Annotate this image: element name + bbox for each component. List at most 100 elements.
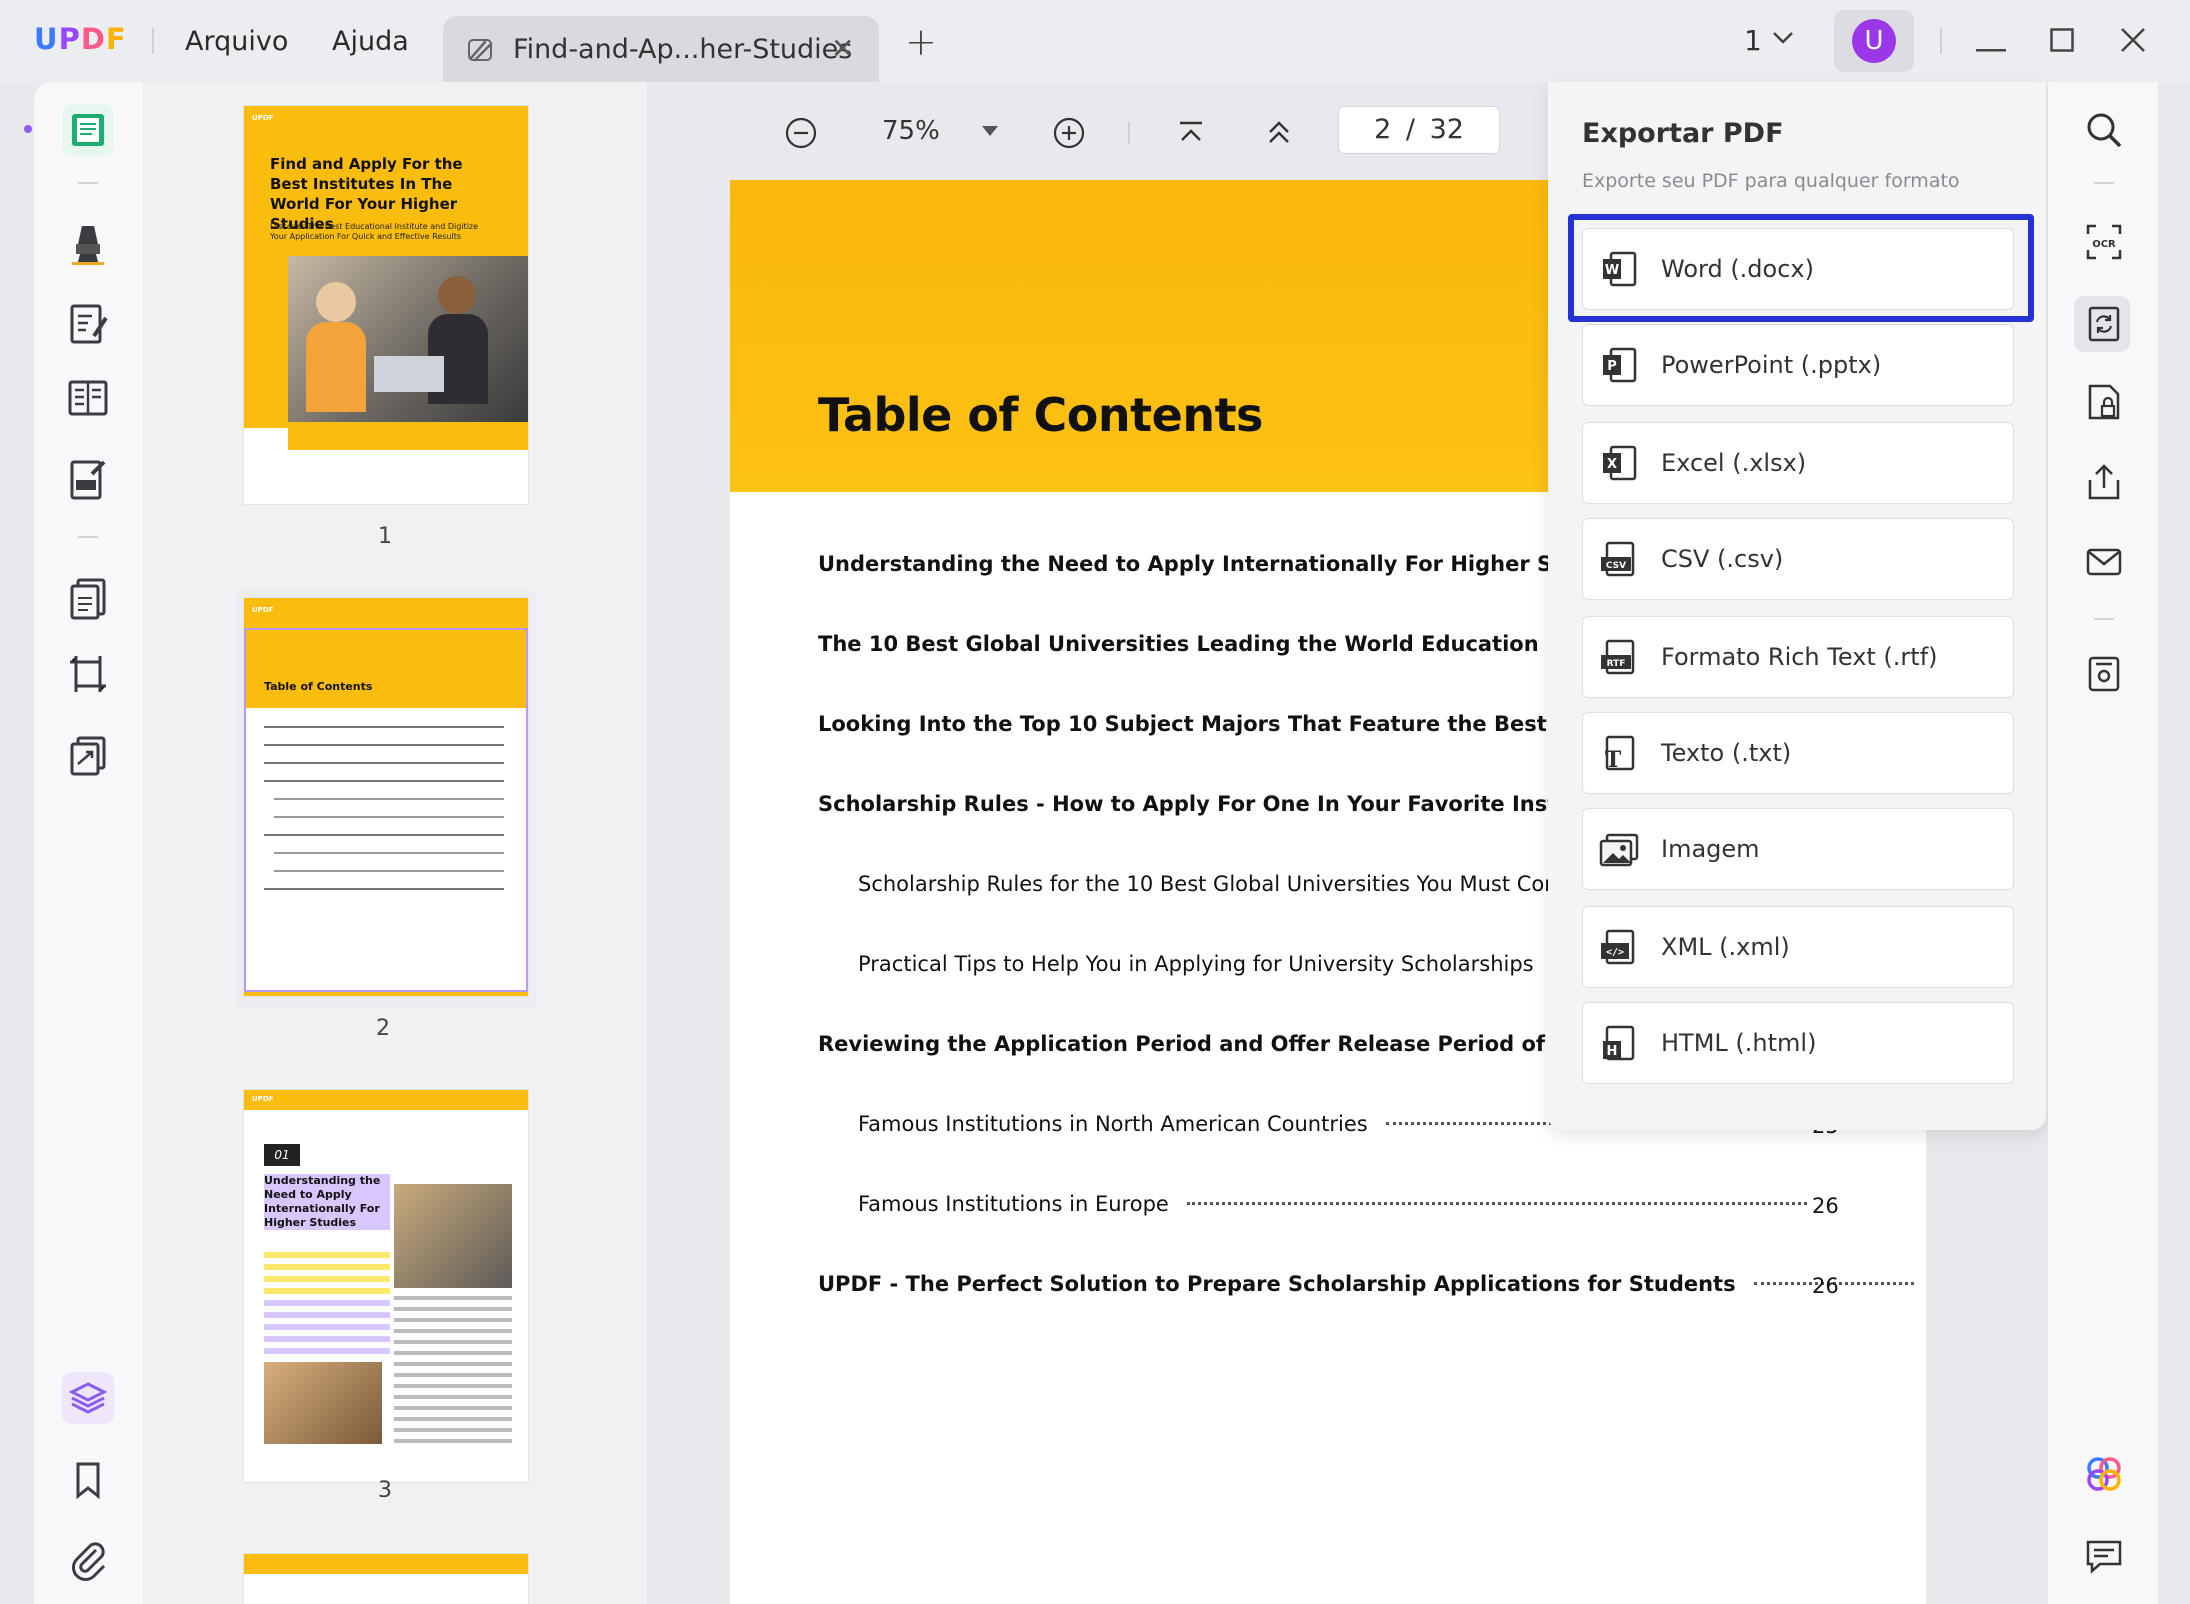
toc-entry[interactable]: The 10 Best Global Universities Leading … <box>818 632 1657 656</box>
form-icon[interactable] <box>62 454 114 506</box>
close-window-icon[interactable] <box>2120 27 2146 57</box>
toc-entry[interactable]: Understanding the Need to Apply Internat… <box>818 552 1675 576</box>
zoom-out-icon[interactable] <box>784 116 818 154</box>
export-title: Exportar PDF <box>1582 118 1784 149</box>
zoom-dropdown-icon[interactable] <box>982 126 998 136</box>
export-format-label: Texto (.txt) <box>1661 739 1792 767</box>
thumb-bottom-strip <box>244 992 528 996</box>
thumbnail-page-2[interactable]: UPDF Table of Contents <box>244 598 528 996</box>
thumb-cover-strip <box>288 422 528 450</box>
export-format-label: Imagem <box>1661 835 1760 863</box>
export-format-label: HTML (.html) <box>1661 1029 1817 1057</box>
organize-pages-icon[interactable] <box>62 572 114 624</box>
attachment-icon[interactable] <box>62 1532 114 1584</box>
toc-entry-text: Scholarship Rules - How to Apply For One… <box>818 792 1637 816</box>
export-image-button[interactable]: Imagem <box>1582 808 2014 890</box>
export-xml-button[interactable]: </> XML (.xml) <box>1582 906 2014 988</box>
comment-icon[interactable] <box>2084 1536 2124 1580</box>
ocr-icon[interactable]: OCR <box>2084 222 2124 266</box>
toc-entry[interactable]: Reviewing the Application Period and Off… <box>818 1032 1673 1056</box>
toc-entry[interactable]: Famous Institutions in Europe <box>858 1192 1807 1216</box>
export-pdf-icon[interactable] <box>2084 304 2124 348</box>
new-tab-button[interactable]: + <box>905 20 937 64</box>
email-icon[interactable] <box>2084 542 2124 586</box>
export-html-button[interactable]: H HTML (.html) <box>1582 1002 2014 1084</box>
toc-entry-text: Reviewing the Application Period and Off… <box>818 1032 1674 1056</box>
zoom-in-icon[interactable] <box>1052 116 1086 154</box>
toc-entry[interactable]: UPDF - The Perfect Solution to Prepare S… <box>818 1272 1914 1296</box>
csv-icon: CSV <box>1599 539 1639 583</box>
document-tab[interactable]: Find-and-Ap...her-Studies ✕ <box>443 16 879 82</box>
convert-pages-icon[interactable] <box>62 730 114 782</box>
thumb-brand: UPDF <box>252 606 274 614</box>
toc-entry[interactable]: Scholarship Rules for the 10 Best Global… <box>858 872 1609 896</box>
highlighter-icon[interactable] <box>62 218 114 270</box>
close-tab-icon[interactable]: ✕ <box>831 32 854 65</box>
export-powerpoint-button[interactable]: P PowerPoint (.pptx) <box>1582 324 2014 406</box>
thumbnail-number: 1 <box>378 524 392 549</box>
text-file-icon: T <box>1599 733 1639 777</box>
page-number-input[interactable]: 2 / 32 <box>1338 106 1500 154</box>
window-edge <box>2158 82 2190 1604</box>
left-toolbar <box>34 82 142 1604</box>
thumb-brand: UPDF <box>252 114 274 122</box>
page-separator: / <box>1405 114 1415 145</box>
selection-highlight <box>1568 214 2034 322</box>
user-avatar-button[interactable]: U <box>1834 10 1914 72</box>
edit-pdf-icon[interactable] <box>62 298 114 350</box>
thumb-body-text <box>394 1296 512 1450</box>
document-tab-icon <box>465 34 497 70</box>
first-page-icon[interactable] <box>1176 118 1206 152</box>
chevron-down-icon[interactable] <box>1772 30 1794 49</box>
share-icon[interactable] <box>2084 462 2124 506</box>
thumbnail-number: 3 <box>378 1478 392 1503</box>
reader-mode-button[interactable] <box>62 104 114 156</box>
toc-page-number: 26 <box>1812 1194 1839 1218</box>
export-format-label: Formato Rich Text (.rtf) <box>1661 643 1938 671</box>
toolbar-separator <box>78 182 98 184</box>
total-pages: 32 <box>1429 114 1464 145</box>
title-separator <box>1940 28 1942 54</box>
xml-icon: </> <box>1599 927 1639 971</box>
title-separator <box>152 28 154 54</box>
toc-entry[interactable]: Practical Tips to Help You in Applying f… <box>858 952 1612 976</box>
toc-leader <box>1186 1202 1807 1205</box>
ai-assistant-icon[interactable] <box>2084 1454 2124 1498</box>
export-format-label: CSV (.csv) <box>1661 545 1784 573</box>
zoom-level[interactable]: 75% <box>882 116 940 146</box>
svg-text:RTF: RTF <box>1607 659 1626 669</box>
thumbnail-page-3[interactable]: UPDF 01 Understanding the Need to Apply … <box>244 1090 528 1482</box>
window-count[interactable]: 1 <box>1744 24 1762 57</box>
export-rtf-button[interactable]: RTF Formato Rich Text (.rtf) <box>1582 616 2014 698</box>
crop-icon[interactable] <box>62 648 114 700</box>
export-format-label: XML (.xml) <box>1661 933 1790 961</box>
save-icon[interactable] <box>2084 654 2124 698</box>
thumbnail-page-1[interactable]: UPDF Find and Apply For the Best Institu… <box>244 106 528 504</box>
search-icon[interactable] <box>2084 110 2124 154</box>
svg-text:</>: </> <box>1606 947 1624 958</box>
toc-entry[interactable]: Famous Institutions in North American Co… <box>858 1112 1606 1136</box>
minimize-icon[interactable] <box>1976 38 2006 57</box>
thumbnail-panel: UPDF Find and Apply For the Best Institu… <box>142 82 646 1604</box>
protect-pdf-icon[interactable] <box>2084 382 2124 426</box>
bookmark-icon[interactable] <box>62 1454 114 1506</box>
export-csv-button[interactable]: CSV CSV (.csv) <box>1582 518 2014 600</box>
thumbnail-page-4[interactable] <box>244 1554 528 1604</box>
export-text-button[interactable]: T Texto (.txt) <box>1582 712 2014 794</box>
thumb-chapter-heading: Understanding the Need to Apply Internat… <box>264 1174 390 1230</box>
previous-page-icon[interactable] <box>1264 118 1294 152</box>
layers-icon[interactable] <box>62 1372 114 1424</box>
toc-entry-text: Famous Institutions in North American Co… <box>858 1112 1368 1136</box>
menu-ajuda[interactable]: Ajuda <box>332 26 409 57</box>
title-bar: UPDF Arquivo Ajuda Find-and-Ap...her-Stu… <box>0 0 2190 82</box>
current-page: 2 <box>1374 114 1392 145</box>
menu-arquivo[interactable]: Arquivo <box>185 26 288 57</box>
thumb-subtitle: Discover The Best Educational Institute … <box>270 222 479 241</box>
page-layout-icon[interactable] <box>62 372 114 424</box>
export-excel-button[interactable]: X Excel (.xlsx) <box>1582 422 2014 504</box>
thumbnail-number: 2 <box>376 1016 390 1041</box>
document-tab-title: Find-and-Ap...her-Studies <box>513 34 853 65</box>
toc-entry-text: UPDF - The Perfect Solution to Prepare S… <box>818 1272 1736 1296</box>
maximize-icon[interactable] <box>2050 28 2074 56</box>
svg-text:P: P <box>1607 359 1617 374</box>
